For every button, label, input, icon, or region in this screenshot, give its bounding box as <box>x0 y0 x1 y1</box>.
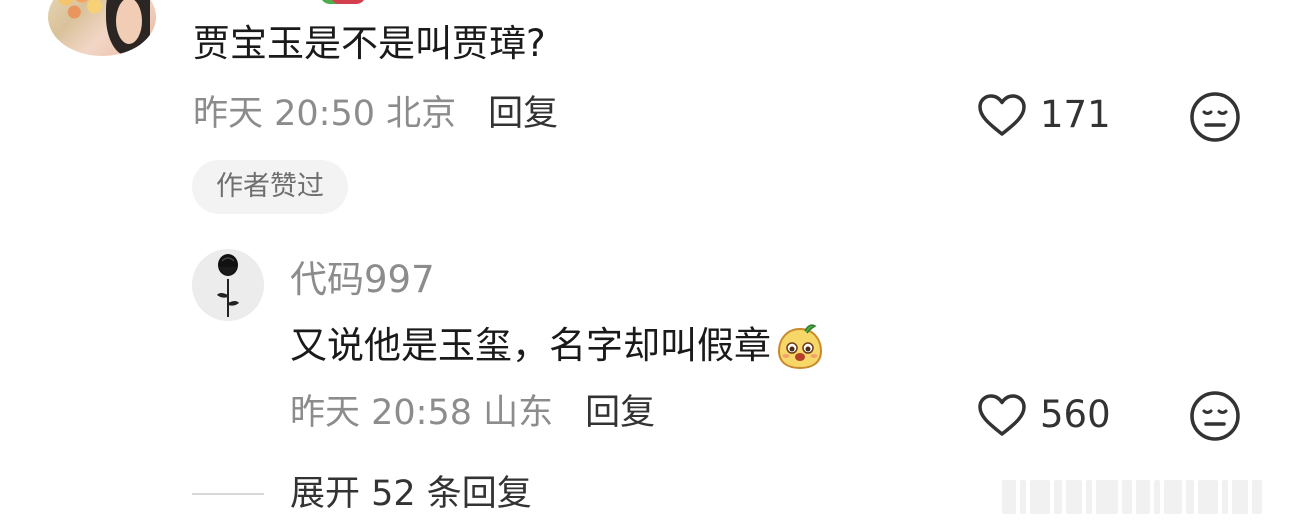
neutral-face-icon[interactable] <box>1189 91 1241 143</box>
author-liked-badge: 作者赞过 <box>192 160 348 214</box>
reply-reply-button[interactable]: 回复 <box>585 393 655 433</box>
cartoon-emoji-icon <box>777 324 823 370</box>
expand-divider <box>192 493 264 495</box>
comment-like-count: 171 <box>1040 93 1111 136</box>
comment-thread: 贾宝玉是不是叫贾璋? 昨天 20:50 北京 回复 171 作者赞过 代码997 … <box>0 0 1290 529</box>
heart-outline-icon <box>978 394 1026 436</box>
comment-like-button[interactable]: 171 <box>976 92 1111 138</box>
reply-time-location: 昨天 20:58 山东 <box>290 393 554 433</box>
reply-avatar[interactable] <box>192 249 264 321</box>
reply-like-count: 560 <box>1040 393 1111 436</box>
comment-meta: 昨天 20:50 北京 回复 <box>193 92 558 136</box>
reply-username[interactable]: 代码997 <box>290 256 435 304</box>
neutral-face-icon[interactable] <box>1189 390 1241 442</box>
comment-text: 贾宝玉是不是叫贾璋? <box>193 22 546 65</box>
commenter-avatar[interactable] <box>48 0 156 56</box>
user-badge-icon <box>330 0 366 4</box>
expand-replies-button[interactable]: 展开 52 条回复 <box>290 472 532 516</box>
reply-text: 又说他是玉玺，名字却叫假章 <box>290 324 771 367</box>
avatar-flowers <box>54 0 112 22</box>
avatar-face <box>116 0 142 44</box>
reply-meta: 昨天 20:58 山东 回复 <box>290 391 655 435</box>
watermark-barcode <box>1002 480 1278 514</box>
comment-time-location: 昨天 20:50 北京 <box>193 94 457 134</box>
heart-outline-icon <box>978 94 1026 136</box>
reply-content: 又说他是玉玺，名字却叫假章 <box>290 320 825 372</box>
reply-like-button[interactable]: 560 <box>976 392 1111 438</box>
rose-icon <box>192 249 264 321</box>
comment-reply-button[interactable]: 回复 <box>488 94 558 134</box>
